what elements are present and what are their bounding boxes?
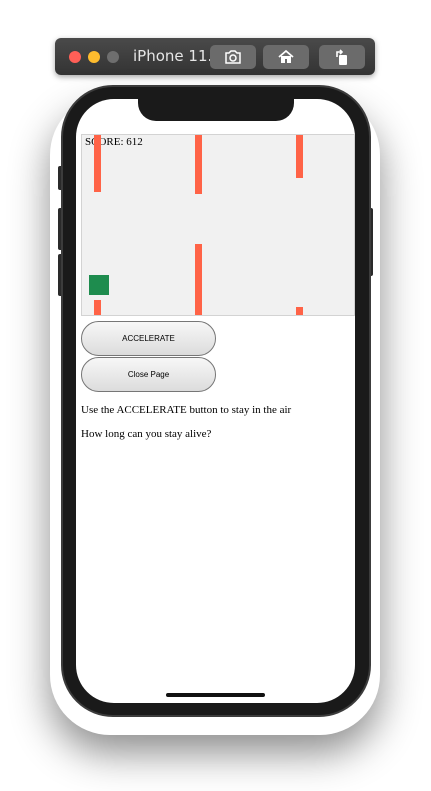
home-icon (277, 49, 295, 65)
obstacle-top-3 (296, 135, 303, 178)
screenshot-button[interactable] (210, 45, 256, 69)
obstacle-top-2 (195, 135, 202, 194)
obstacle-bottom-1 (94, 300, 101, 315)
close-window-button[interactable] (69, 51, 81, 63)
obstacle-top-1 (94, 135, 101, 192)
instruction-text: Use the ACCELERATE button to stay in the… (81, 404, 292, 416)
obstacle-bottom-3 (296, 307, 303, 315)
challenge-text: How long can you stay alive? (81, 428, 212, 440)
phone-screen: SCORE: 612 ACCELERATE Close Page Use the… (76, 99, 355, 703)
simulator-toolbar: iPhone 11... (55, 38, 375, 75)
obstacle-bottom-2 (195, 244, 202, 315)
simulator-title: iPhone 11... (133, 47, 222, 65)
rotate-icon (333, 48, 351, 66)
home-button[interactable] (263, 45, 309, 69)
camera-icon (224, 49, 242, 65)
minimize-window-button[interactable] (88, 51, 100, 63)
game-canvas: SCORE: 612 (81, 134, 355, 316)
close-page-button[interactable]: Close Page (81, 357, 216, 392)
accelerate-button[interactable]: ACCELERATE (81, 321, 216, 356)
notch (138, 99, 294, 121)
home-indicator[interactable] (166, 693, 265, 697)
player-square (89, 275, 109, 295)
rotate-button[interactable] (319, 45, 365, 69)
zoom-window-button[interactable] (107, 51, 119, 63)
